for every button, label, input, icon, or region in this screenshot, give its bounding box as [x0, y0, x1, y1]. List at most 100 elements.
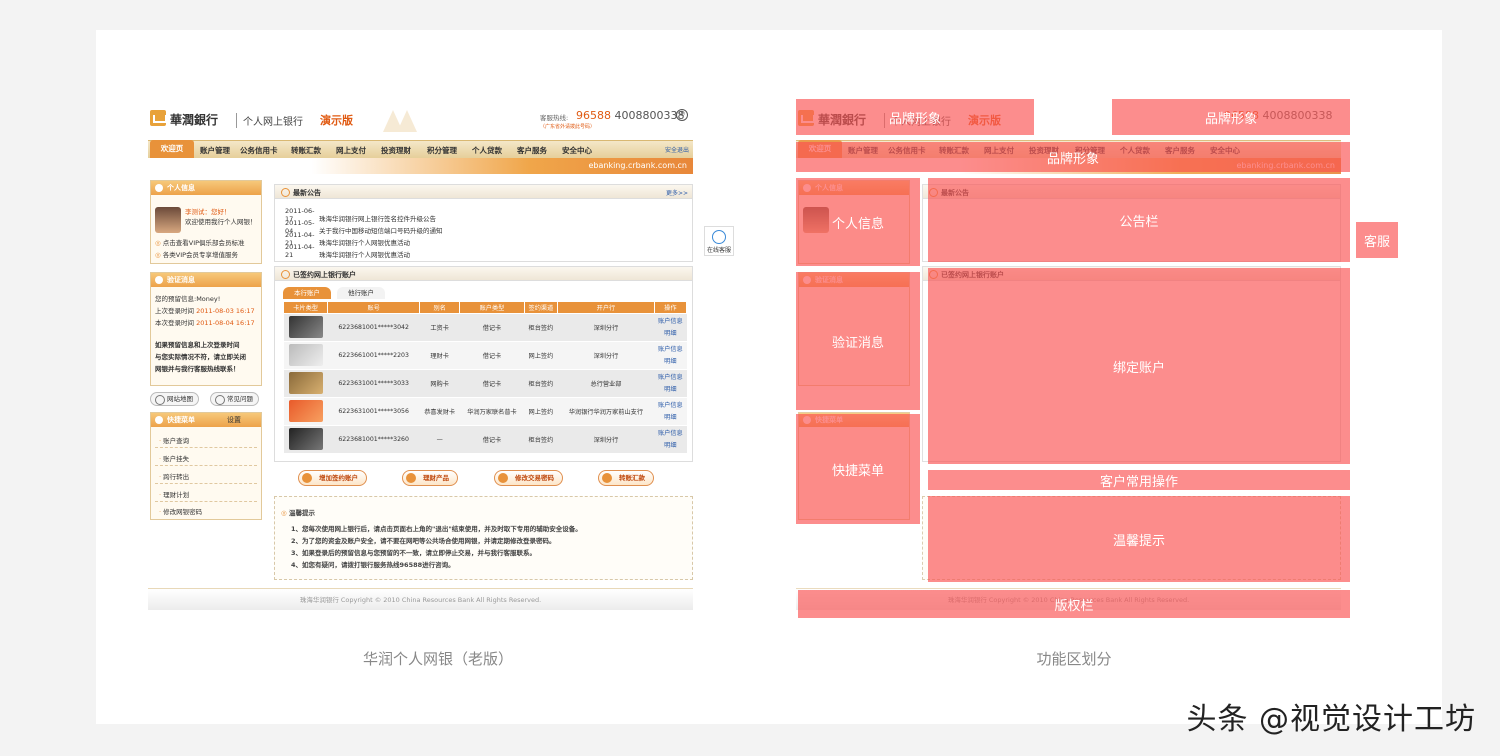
table-row: 6223681001*****3042 工资卡 借记卡 柜台签约 深圳分行 账户… — [283, 313, 687, 342]
nav-item[interactable]: 安全中心 — [562, 145, 592, 156]
divider — [155, 447, 257, 448]
notice-box: 最新公告 更多>> 2011-06-17 珠海华润银行网上银行签名控件升级公告 20… — [274, 184, 693, 262]
tip-line: 4、如您有疑问，请拨打银行服务热线96588进行咨询。 — [291, 561, 455, 569]
nav-item[interactable]: 公务信用卡 — [240, 145, 278, 156]
col-header: 别名 — [419, 301, 461, 314]
col-header: 账号 — [327, 301, 421, 314]
overlay-personal: 个人信息 — [796, 178, 920, 266]
overlay-brand-right: 品牌形象 — [1112, 99, 1350, 135]
add-account-button[interactable]: 增加签约账户 — [298, 470, 367, 486]
row-actions: 账户信息 明细 — [654, 425, 687, 454]
notice-row[interactable]: 2011-04-21 珠海华润银行个人网银优惠活动 — [285, 243, 410, 259]
warn-line: 如果预留信息和上次登录时间 — [155, 341, 240, 349]
last-login: 上次登录时间 2011-08-03 16:17 — [155, 305, 255, 317]
wealth-products-button[interactable]: 理财产品 — [402, 470, 458, 486]
verify-title: 验证消息 — [151, 273, 261, 287]
col-header: 账户类型 — [459, 301, 525, 314]
nav-home[interactable]: 欢迎页 — [150, 140, 194, 158]
online-service-button[interactable]: 在线客服 — [704, 226, 734, 256]
branch: 深圳分行 — [557, 341, 655, 370]
greeting: 李测试：您好！ 欢迎使用我行个人网银！ — [185, 207, 257, 227]
brand-name: 華潤銀行 — [170, 113, 219, 127]
accounts-table: 卡片类型 账号 别名 账户类型 签约渠道 开户行 操作 6223681001**… — [282, 301, 688, 454]
transfer-button[interactable]: 转账汇款 — [598, 470, 654, 486]
tips-box: ◎ 温馨提示 1、您每次使用网上银行后，请点击页面右上角的"退出"结束使用，并及… — [274, 496, 693, 580]
sign-channel: 网上签约 — [524, 341, 558, 370]
account-info-link[interactable]: 账户信息 — [654, 372, 686, 384]
change-password-button[interactable]: 修改交易密码 — [494, 470, 563, 486]
logout-link[interactable]: 安全退出 — [665, 145, 689, 154]
tab-own-accounts[interactable]: 本行账户 — [283, 287, 331, 299]
overlay-notice: 公告栏 — [928, 178, 1350, 262]
nav-item[interactable]: 积分管理 — [427, 145, 457, 156]
quick-title-text: 快捷菜单 — [167, 416, 195, 424]
account-info-link[interactable]: 账户信息 — [654, 316, 686, 328]
tips-icon: ◎ — [281, 509, 287, 517]
vip-link[interactable]: 各类VIP会员专享增值服务 — [155, 249, 238, 259]
branch: 深圳分行 — [557, 425, 655, 454]
nav-item[interactable]: 网上支付 — [336, 145, 366, 156]
detail-link[interactable]: 明细 — [654, 328, 686, 340]
hotline-primary: 96588 — [576, 109, 611, 122]
faq-button[interactable]: 常见问题 — [210, 392, 259, 406]
bank-logo-icon — [150, 110, 167, 126]
account-type: 借记卡 — [459, 369, 525, 398]
account-info-link[interactable]: 账户信息 — [654, 428, 686, 440]
nav-item[interactable]: 投资理财 — [381, 145, 411, 156]
account-number: 6223661001*****2203 — [327, 341, 420, 370]
account-number: 6223631001*****3056 — [327, 397, 420, 426]
row-actions: 账户信息 明细 — [654, 313, 687, 342]
account-alias: 工资卡 — [419, 313, 460, 342]
more-link[interactable]: 更多>> — [666, 188, 688, 197]
overlay-service: 客服 — [1356, 222, 1398, 258]
detail-link[interactable]: 明细 — [654, 384, 686, 396]
watermark: 头条 @视觉设计工坊 — [1186, 702, 1476, 737]
nav-item[interactable]: 转账汇款 — [291, 145, 321, 156]
quick-item[interactable]: 账户挂失 — [159, 453, 189, 463]
quick-item[interactable]: 账户查询 — [159, 435, 189, 445]
caption-left: 华润个人网银（老版） — [362, 650, 513, 668]
last-login-label: 上次登录时间 — [155, 307, 194, 315]
nav-item[interactable]: 客户服务 — [517, 145, 547, 156]
smile-icon — [712, 230, 726, 244]
overlay-brand-left: 品牌形象 — [796, 99, 1034, 135]
quick-item[interactable]: 跨行转出 — [159, 471, 189, 481]
quick-settings[interactable]: 设置 — [227, 415, 241, 425]
vip-link[interactable]: 点击查看VIP俱乐部会员标准 — [155, 237, 245, 247]
sitemap-button[interactable]: 网站地图 — [150, 392, 199, 406]
account-info-link[interactable]: 账户信息 — [654, 344, 686, 356]
account-type: 借记卡 — [459, 425, 525, 454]
overlay-accounts: 绑定账户 — [928, 268, 1350, 464]
demo-label: 演示版 — [320, 114, 353, 127]
this-login-value: 2011-08-04 16:17 — [196, 319, 255, 327]
account-type: 借记卡 — [459, 341, 525, 370]
tip-line: 1、您每次使用网上银行后，请点击页面右上角的"退出"结束使用，并及时取下专用的辅… — [291, 525, 582, 533]
row-actions: 账户信息 明细 — [654, 397, 687, 426]
caption-right: 功能区划分 — [1036, 650, 1112, 668]
detail-link[interactable]: 明细 — [654, 356, 686, 368]
row-actions: 账户信息 明细 — [654, 369, 687, 398]
header: 華潤銀行 个人网上银行 演示版 客服热线: 96588 4008800338 （… — [148, 100, 693, 136]
table-row: 6223661001*****2203 理财卡 借记卡 网上签约 深圳分行 账户… — [283, 341, 687, 370]
col-header: 卡片类型 — [282, 301, 329, 314]
hotline-note: （广东省外请拨此号码） — [540, 124, 596, 130]
nav-item[interactable]: 个人贷款 — [472, 145, 502, 156]
nav-item[interactable]: 账户管理 — [200, 145, 230, 156]
quick-item[interactable]: 理财计划 — [159, 489, 189, 499]
account-info-link[interactable]: 账户信息 — [654, 400, 686, 412]
tab-other-accounts[interactable]: 他行账户 — [337, 287, 385, 299]
mountain-decoration — [383, 102, 423, 132]
account-number: 6223681001*****3260 — [327, 425, 420, 454]
hotline-label: 客服热线: — [540, 114, 569, 122]
row-actions: 账户信息 明细 — [654, 341, 687, 370]
quick-item[interactable]: 修改网银密码 — [159, 506, 202, 516]
notice-date: 2011-04-21 — [285, 243, 315, 259]
tips-title: ◎ 温馨提示 — [281, 507, 315, 517]
copyright-footer: 珠海华润银行 Copyright © 2010 China Resources … — [148, 588, 693, 610]
overlay-brand-nav: 品牌形象 — [796, 142, 1350, 172]
this-login-label: 本次登录时间 — [155, 319, 194, 327]
overlay-quick-menu: 快捷菜单 — [796, 414, 920, 524]
sign-channel: 柜台签约 — [524, 425, 558, 454]
detail-link[interactable]: 明细 — [654, 440, 686, 452]
detail-link[interactable]: 明细 — [654, 412, 686, 424]
